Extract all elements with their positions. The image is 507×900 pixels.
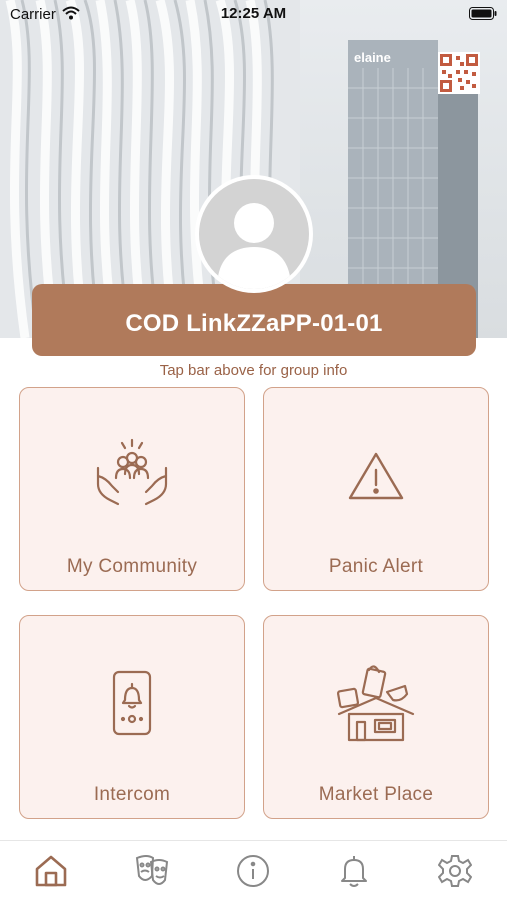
market-shop-icon [336, 665, 415, 742]
info-icon [237, 855, 269, 887]
tile-label: My Community [66, 556, 198, 577]
community-hands-icon [96, 438, 168, 506]
theater-masks-icon [135, 855, 169, 885]
tab-masks[interactable] [132, 851, 172, 891]
battery-icon [469, 7, 497, 20]
qr-code-icon[interactable] [438, 52, 480, 94]
tab-home[interactable] [31, 851, 71, 891]
avatar[interactable] [195, 175, 313, 293]
tile-label: Panic Alert [328, 556, 424, 577]
building-sign: elaine [354, 50, 391, 65]
status-time: 12:25 AM [220, 5, 287, 22]
group-info-hint: Tap bar above for group info [159, 362, 348, 379]
tile-label: Intercom [93, 784, 171, 805]
gear-icon [438, 855, 472, 887]
doorbell-intercom-icon [112, 670, 152, 736]
home-icon [35, 855, 67, 887]
tab-settings[interactable] [435, 851, 475, 891]
market-place-tile[interactable]: Market Place [263, 615, 489, 819]
panic-alert-tile[interactable]: Panic Alert [263, 387, 489, 591]
intercom-tile[interactable]: Intercom [19, 615, 245, 819]
bottom-tab-bar [0, 840, 507, 900]
tile-label: Market Place [318, 784, 434, 805]
group-name: COD LinkZZaPP-01-01 [125, 310, 383, 337]
tab-info[interactable] [233, 851, 273, 891]
my-community-tile[interactable]: My Community [19, 387, 245, 591]
status-bar: Carrier 12:25 AM [0, 0, 507, 28]
tab-notifications[interactable] [334, 851, 374, 891]
warning-triangle-icon [348, 452, 404, 500]
group-info-bar[interactable]: COD LinkZZaPP-01-01 [32, 284, 476, 356]
user-silhouette-icon [217, 203, 291, 289]
bell-icon [341, 856, 367, 887]
